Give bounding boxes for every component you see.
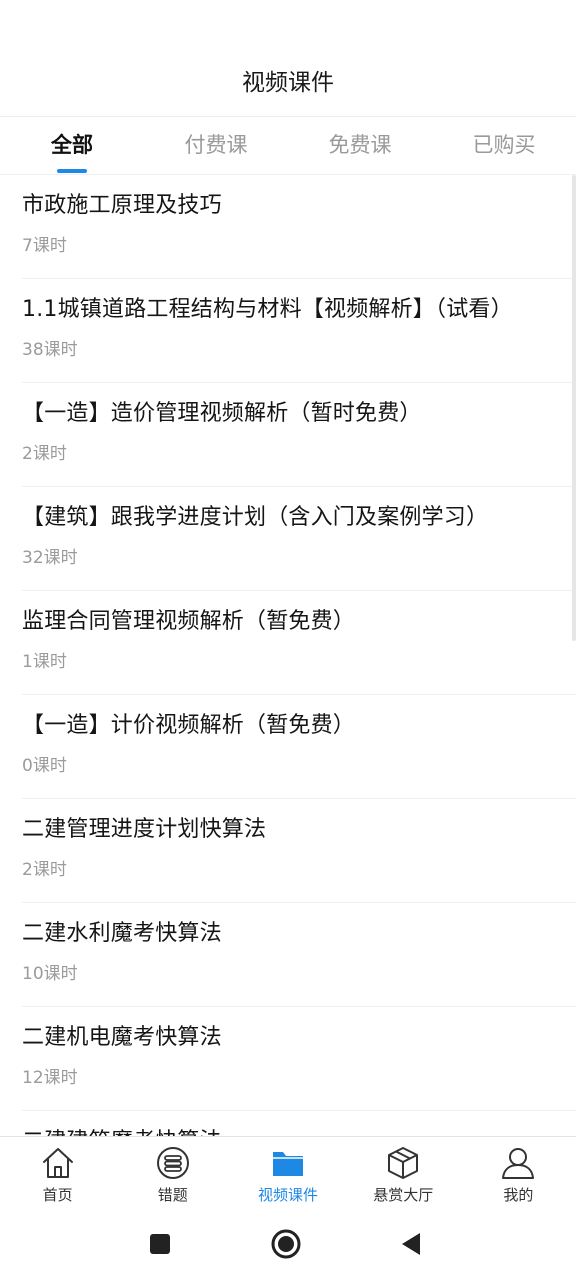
- tabbar-label: 首页: [42, 1186, 73, 1204]
- scrollbar[interactable]: [572, 175, 576, 641]
- lesson-count: 2课时: [22, 444, 67, 464]
- tab-purchased[interactable]: 已购买: [432, 117, 576, 174]
- home-icon: [42, 1148, 73, 1178]
- lesson-count: 1课时: [22, 652, 67, 672]
- app-screen: 视频课件 全部 付费课 免费课 已购买 市政施工原理及技巧 7课时 1.1城镇道…: [0, 0, 576, 1280]
- tabbar-item-bounty-hall[interactable]: 悬赏大厅: [346, 1137, 461, 1212]
- list-item[interactable]: 二建建筑魔考快算法: [22, 1111, 576, 1136]
- list-item[interactable]: 1.1城镇道路工程结构与材料【视频解析】（试看） 38课时: [22, 279, 576, 383]
- lesson-count: 2课时: [22, 860, 67, 880]
- tabbar-item-home[interactable]: 首页: [0, 1137, 115, 1212]
- list-item[interactable]: 二建管理进度计划快算法 2课时: [22, 799, 576, 903]
- tab-all[interactable]: 全部: [0, 117, 144, 174]
- list-item[interactable]: 【建筑】跟我学进度计划（含入门及案例学习） 32课时: [22, 487, 576, 591]
- lesson-count: 12课时: [22, 1068, 78, 1088]
- course-title: 二建水利魔考快算法: [22, 921, 222, 946]
- tabbar-label: 视频课件: [258, 1186, 319, 1204]
- list-item[interactable]: 市政施工原理及技巧 7课时: [22, 175, 576, 279]
- course-title: 【一造】计价视频解析（暂免费）: [22, 713, 356, 738]
- tabbar-label: 悬赏大厅: [373, 1186, 434, 1204]
- course-list[interactable]: 市政施工原理及技巧 7课时 1.1城镇道路工程结构与材料【视频解析】（试看） 3…: [0, 175, 576, 1136]
- course-title: 二建建筑魔考快算法: [22, 1125, 222, 1136]
- tabbar-item-wrong-questions[interactable]: 错题: [115, 1137, 230, 1212]
- header: 视频课件: [0, 0, 576, 117]
- lesson-count: 7课时: [22, 236, 67, 256]
- list-icon: [156, 1147, 189, 1179]
- lesson-count: 38课时: [22, 340, 78, 360]
- course-title: 市政施工原理及技巧: [22, 193, 222, 218]
- lesson-count: 0课时: [22, 756, 67, 776]
- tabbar-item-video-courses[interactable]: 视频课件: [230, 1137, 345, 1212]
- recent-apps-icon[interactable]: [144, 1228, 176, 1260]
- tab-free[interactable]: 免费课: [288, 117, 432, 174]
- list-item[interactable]: 【一造】计价视频解析（暂免费） 0课时: [22, 695, 576, 799]
- list-item[interactable]: 二建水利魔考快算法 10课时: [22, 903, 576, 1007]
- course-title: 监理合同管理视频解析（暂免费）: [22, 609, 356, 634]
- lesson-count: 10课时: [22, 964, 78, 984]
- back-icon[interactable]: [396, 1228, 428, 1260]
- course-title: 1.1城镇道路工程结构与材料【视频解析】（试看）: [22, 297, 513, 322]
- lesson-count: 32课时: [22, 548, 78, 568]
- course-title: 【建筑】跟我学进度计划（含入门及案例学习）: [22, 505, 489, 530]
- tabbar-item-profile[interactable]: 我的: [461, 1137, 576, 1212]
- course-title: 【一造】造价管理视频解析（暂时免费）: [22, 401, 422, 426]
- course-title: 二建机电魔考快算法: [22, 1025, 222, 1050]
- tabbar-label: 错题: [157, 1186, 188, 1204]
- tab-paid[interactable]: 付费课: [144, 117, 288, 174]
- tabbar-label: 我的: [503, 1186, 534, 1204]
- system-navigation-bar: [0, 1212, 576, 1280]
- box-icon: [388, 1147, 419, 1179]
- page-title: 视频课件: [242, 70, 334, 96]
- user-icon: [502, 1148, 535, 1179]
- bottom-tab-bar: 首页 错题 视频课件 悬赏大厅 我的: [0, 1136, 576, 1212]
- list-item[interactable]: 【一造】造价管理视频解析（暂时免费） 2课时: [22, 383, 576, 487]
- folder-icon: [273, 1152, 303, 1176]
- home-button-icon[interactable]: [270, 1228, 302, 1260]
- course-title: 二建管理进度计划快算法: [22, 817, 267, 842]
- list-item[interactable]: 二建机电魔考快算法 12课时: [22, 1007, 576, 1111]
- filter-tabs: 全部 付费课 免费课 已购买: [0, 117, 576, 175]
- list-item[interactable]: 监理合同管理视频解析（暂免费） 1课时: [22, 591, 576, 695]
